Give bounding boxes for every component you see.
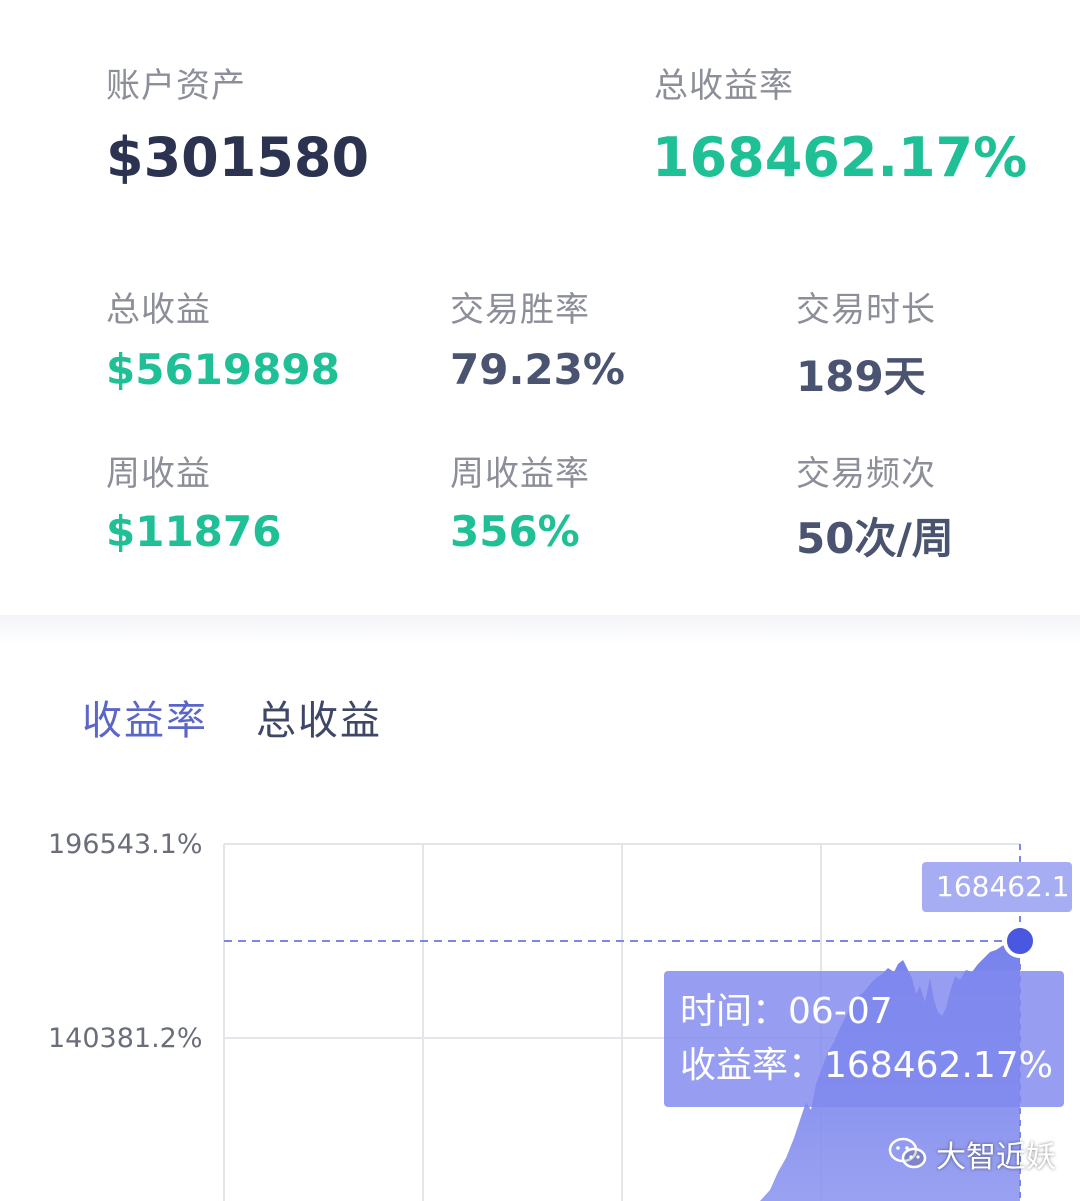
- tooltip-rate-value: 168462.17%: [824, 1045, 1053, 1086]
- y-tick-label: 196543.1%: [48, 829, 203, 860]
- watermark: 大智近妖: [888, 1134, 1056, 1175]
- assets-label: 账户资产: [106, 66, 246, 106]
- watermark-text: 大智近妖: [936, 1140, 1056, 1175]
- stats-card: 账户资产 $301580 总收益率 168462.17% 总收益 $561989…: [0, 0, 1080, 615]
- chart-tooltip: 时间：06-07 收益率：168462.17%: [664, 971, 1064, 1107]
- total-rate-label: 总收益率: [654, 66, 794, 106]
- stat-weekly-rate-label: 周收益率: [450, 454, 590, 494]
- tooltip-time-row: 时间：06-07: [680, 985, 1064, 1039]
- stat-total-profit-value: $5619898: [106, 345, 340, 394]
- data-point-last: [1003, 924, 1037, 958]
- stat-frequency-label: 交易频次: [796, 454, 936, 494]
- tooltip-rate-row: 收益率：168462.17%: [680, 1039, 1064, 1093]
- y-tick-label: 140381.2%: [48, 1023, 203, 1054]
- end-value-badge: 168462.1: [922, 862, 1072, 912]
- tooltip-time-label: 时间：: [680, 991, 789, 1032]
- tab-return-rate[interactable]: 收益率: [82, 688, 208, 746]
- tab-total-profit[interactable]: 总收益: [256, 688, 382, 746]
- stat-win-rate-value: 79.23%: [450, 345, 625, 394]
- stat-weekly-profit-label: 周收益: [106, 454, 211, 494]
- stat-weekly-rate-value: 356%: [450, 507, 580, 556]
- stat-weekly-profit-value: $11876: [106, 507, 282, 556]
- tooltip-rate-label: 收益率：: [680, 1045, 825, 1086]
- assets-value: $301580: [106, 126, 370, 189]
- tooltip-time-value: 06-07: [788, 991, 893, 1032]
- stat-duration-value: 189天: [796, 352, 926, 401]
- stat-duration-label: 交易时长: [796, 290, 936, 330]
- wechat-icon: [888, 1137, 927, 1169]
- stat-win-rate-label: 交易胜率: [450, 290, 590, 330]
- section-divider: [0, 615, 1080, 645]
- stat-frequency-value: 50次/周: [796, 514, 954, 563]
- total-rate-value: 168462.17%: [652, 126, 1028, 189]
- stat-total-profit-label: 总收益: [106, 290, 211, 330]
